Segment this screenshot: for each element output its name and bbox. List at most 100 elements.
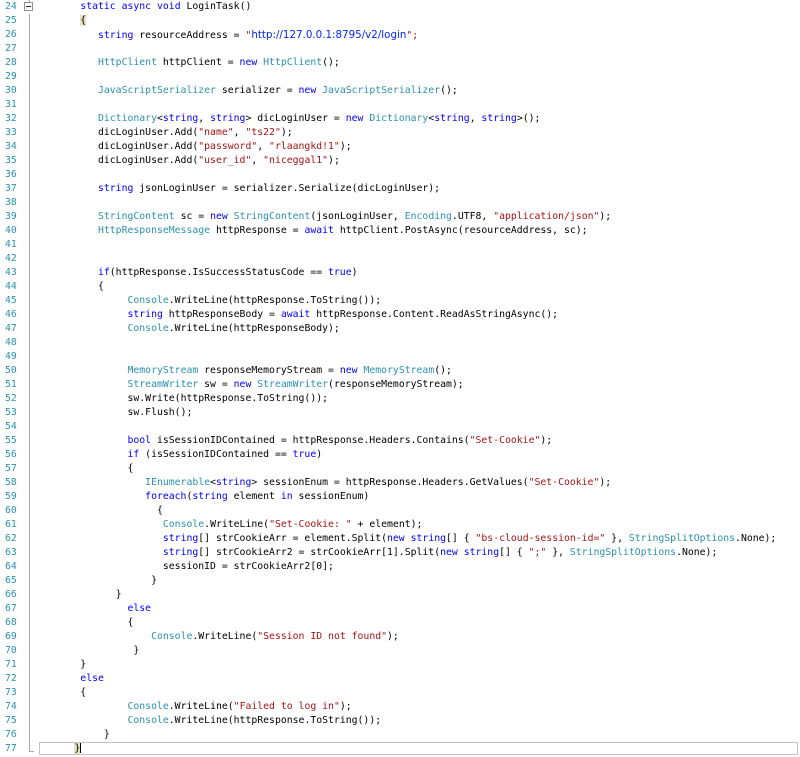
- code-token: Dictionary: [98, 113, 157, 124]
- code-line[interactable]: }: [39, 574, 157, 588]
- code-line[interactable]: dicLoginUser.Add("name", "ts22");: [39, 126, 293, 140]
- fold-margin: [22, 84, 39, 98]
- fold-margin: [22, 420, 39, 434]
- code-token: Console: [127, 323, 168, 334]
- code-line[interactable]: string httpResponseBody = await httpResp…: [39, 308, 558, 322]
- code-token: [] strCookieArr2 = strCookieArr[1].Split…: [198, 547, 440, 558]
- fold-margin: [22, 742, 39, 756]
- code-line[interactable]: Console.WriteLine("Session ID not found"…: [39, 630, 399, 644]
- fold-margin: [22, 392, 39, 406]
- code-line[interactable]: string[] strCookieArr = element.Split(ne…: [39, 532, 776, 546]
- line-number: 58: [0, 476, 22, 490]
- text-cursor: [80, 742, 81, 753]
- code-line[interactable]: {: [39, 686, 86, 700]
- code-line[interactable]: string[] strCookieArr2 = strCookieArr[1]…: [39, 546, 717, 560]
- code-token: new: [440, 547, 458, 558]
- code-token: string: [98, 30, 133, 41]
- code-line[interactable]: IEnumerable<string> sessionEnum = httpRe…: [39, 476, 611, 490]
- code-line[interactable]: foreach(string element in sessionEnum): [39, 490, 369, 504]
- code-line[interactable]: StringContent sc = new StringContent(jso…: [39, 210, 611, 224]
- code-token: ,: [251, 155, 263, 166]
- fold-margin: [22, 686, 39, 700]
- code-line-row: 68 {: [0, 616, 800, 630]
- code-token: );: [340, 141, 352, 152]
- line-number: 42: [0, 252, 22, 266]
- code-line-row: 66 }: [0, 588, 800, 602]
- code-token: >();: [517, 113, 541, 124]
- code-line[interactable]: sw.Write(httpResponse.ToString());: [39, 392, 328, 406]
- code-line[interactable]: StreamWriter sw = new StreamWriter(respo…: [39, 378, 464, 392]
- code-line[interactable]: }: [39, 644, 139, 658]
- code-line-row: 50 MemoryStream responseMemoryStream = n…: [0, 364, 800, 378]
- fold-margin: [22, 616, 39, 630]
- code-token: await: [281, 309, 311, 320]
- code-line-row: 53 sw.Flush();: [0, 406, 800, 420]
- code-line[interactable]: static async void LoginTask(): [39, 0, 251, 14]
- line-number: 27: [0, 42, 22, 56]
- code-line[interactable]: if(httpResponse.IsSuccessStatusCode == t…: [39, 266, 358, 280]
- code-line[interactable]: dicLoginUser.Add("user_id", "niceggal1")…: [39, 154, 340, 168]
- line-number: 46: [0, 308, 22, 322]
- code-line-row: 65 }: [0, 574, 800, 588]
- code-line[interactable]: dicLoginUser.Add("password", "rlaangkd!1…: [39, 140, 352, 154]
- code-token: ): [352, 267, 358, 278]
- code-line[interactable]: {: [39, 280, 104, 294]
- code-token: new: [346, 113, 364, 124]
- code-line-row: 40 HttpResponseMessage httpResponse = aw…: [0, 224, 800, 238]
- code-line[interactable]: }: [39, 588, 122, 602]
- code-line[interactable]: Console.WriteLine(httpResponseBody);: [39, 322, 340, 336]
- code-token: }: [133, 645, 139, 656]
- code-token: Dictionary: [369, 113, 428, 124]
- fold-margin: [22, 672, 39, 686]
- code-token: httpResponse =: [210, 225, 304, 236]
- code-line[interactable]: {: [39, 462, 133, 476]
- code-line[interactable]: Console.WriteLine(httpResponse.ToString(…: [39, 294, 381, 308]
- line-number: 51: [0, 378, 22, 392]
- code-line[interactable]: }: [39, 742, 81, 756]
- code-line[interactable]: sessionID = strCookieArr2[0];: [39, 560, 334, 574]
- code-line[interactable]: MemoryStream responseMemoryStream = new …: [39, 364, 452, 378]
- code-line-row: 35 dicLoginUser.Add("user_id", "niceggal…: [0, 154, 800, 168]
- line-number: 56: [0, 448, 22, 462]
- code-token: {: [98, 281, 104, 292]
- fold-margin: [22, 504, 39, 518]
- code-token: LoginTask(): [181, 1, 252, 12]
- code-line[interactable]: Console.WriteLine("Failed to log in");: [39, 700, 352, 714]
- fold-margin: [22, 140, 39, 154]
- code-line[interactable]: string jsonLoginUser = serializer.Serial…: [39, 182, 440, 196]
- code-line-row: 45 Console.WriteLine(httpResponse.ToStri…: [0, 294, 800, 308]
- code-line[interactable]: else: [39, 672, 104, 686]
- code-line[interactable]: {: [39, 504, 163, 518]
- code-line-row: 49: [0, 350, 800, 364]
- code-token: new: [387, 533, 405, 544]
- line-number: 50: [0, 364, 22, 378]
- code-editor[interactable]: 24 static async void LoginTask()25 {26 s…: [0, 0, 800, 757]
- code-line[interactable]: }: [39, 728, 110, 742]
- code-line[interactable]: JavaScriptSerializer serializer = new Ja…: [39, 84, 458, 98]
- code-token: async: [122, 1, 152, 12]
- code-token: .None);: [676, 547, 717, 558]
- code-line[interactable]: Console.WriteLine(httpResponse.ToString(…: [39, 714, 381, 728]
- code-line[interactable]: {: [39, 616, 133, 630]
- fold-margin: [22, 644, 39, 658]
- collapse-minus-box-icon[interactable]: [24, 2, 33, 11]
- code-token: [] strCookieArr = element.Split(: [198, 533, 387, 544]
- code-line[interactable]: sw.Flush();: [39, 406, 192, 420]
- code-line[interactable]: }: [39, 658, 86, 672]
- code-line[interactable]: string resourceAddress = "http://127.0.0…: [39, 28, 418, 42]
- code-line[interactable]: bool isSessionIDContained = httpResponse…: [39, 434, 552, 448]
- fold-margin: [22, 182, 39, 196]
- code-token: HttpClient: [263, 57, 322, 68]
- code-line[interactable]: {: [39, 14, 86, 28]
- code-line[interactable]: if (isSessionIDContained == true): [39, 448, 322, 462]
- code-token: ";": [529, 547, 547, 558]
- code-line[interactable]: HttpResponseMessage httpResponse = await…: [39, 224, 588, 238]
- code-line[interactable]: Dictionary<string, string> dicLoginUser …: [39, 112, 540, 126]
- url-link-text[interactable]: http://127.0.0.1:8795/v2/login: [251, 29, 406, 41]
- code-line[interactable]: else: [39, 602, 151, 616]
- fold-margin: [22, 434, 39, 448]
- code-line[interactable]: Console.WriteLine("Set-Cookie: " + eleme…: [39, 518, 422, 532]
- code-line-row: 57 {: [0, 462, 800, 476]
- code-token: sessionEnum): [293, 491, 370, 502]
- code-line[interactable]: HttpClient httpClient = new HttpClient()…: [39, 56, 340, 70]
